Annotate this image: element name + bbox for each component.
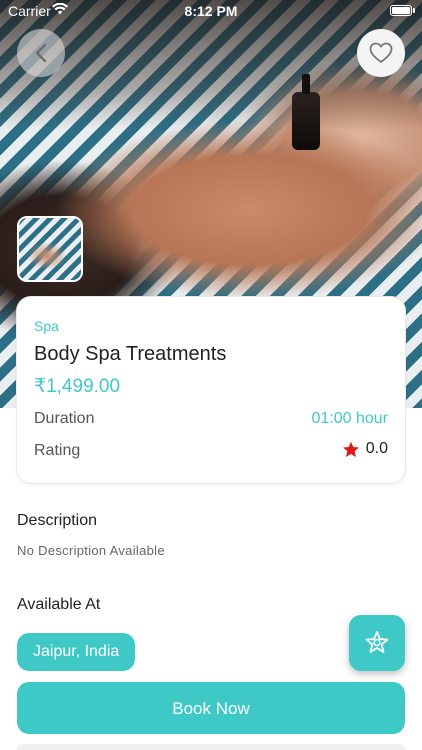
rating-value: 0.0 — [365, 440, 388, 457]
status-time: 8:12 PM — [184, 3, 238, 19]
rating-display: 0.0 — [342, 440, 388, 458]
star-badge-icon — [365, 631, 389, 653]
description-heading: Description — [17, 512, 98, 529]
favorite-button[interactable] — [357, 29, 405, 77]
service-info-card: Spa Body Spa Treatments ₹1,499.00 Durati… — [17, 297, 405, 483]
star-icon — [342, 441, 359, 457]
service-price: ₹1,499.00 — [34, 376, 121, 397]
location-chip[interactable]: Jaipur, India — [17, 633, 136, 671]
service-category: Spa — [34, 318, 59, 334]
back-button[interactable] — [17, 29, 65, 77]
available-at-heading: Available At — [17, 596, 101, 613]
bottom-sheet-edge — [17, 744, 405, 750]
status-bar: Carrier 8:12 PM — [0, 0, 422, 22]
description-text: No Description Available — [17, 543, 165, 558]
heart-outline-icon — [369, 42, 393, 63]
review-fab-button[interactable] — [349, 615, 405, 671]
book-now-button[interactable]: Book Now — [17, 682, 405, 734]
battery-icon — [390, 5, 415, 16]
service-title: Body Spa Treatments — [34, 343, 227, 365]
duration-label: Duration — [34, 410, 95, 427]
oil-bottle — [292, 74, 320, 150]
rating-label: Rating — [34, 442, 81, 459]
duration-value: 01:00 hour — [311, 410, 388, 427]
gallery-thumbnail[interactable] — [17, 216, 83, 282]
chevron-left-icon — [36, 44, 46, 62]
